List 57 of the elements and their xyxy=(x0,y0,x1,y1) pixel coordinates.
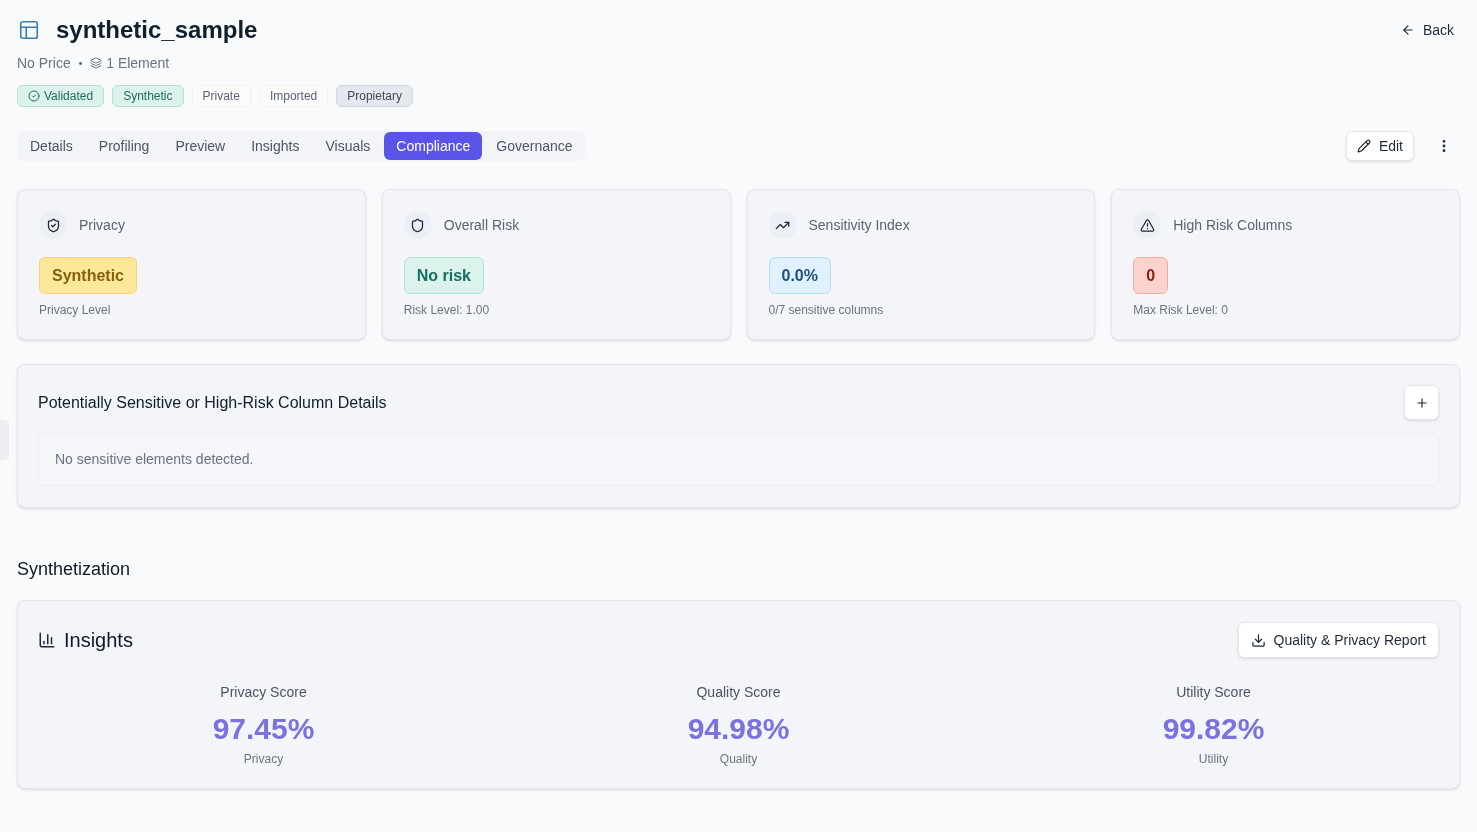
check-circle-icon xyxy=(28,90,40,102)
layers-icon xyxy=(90,57,103,69)
report-button[interactable]: Quality & Privacy Report xyxy=(1237,622,1439,658)
section-heading: Synthetization xyxy=(17,558,132,581)
tag: Private xyxy=(191,85,251,107)
card-caption: Max Risk Level: 0 xyxy=(1133,302,1228,318)
score-caption: Utility xyxy=(1198,751,1229,767)
tag: Propietary xyxy=(336,85,413,107)
bar-chart-icon xyxy=(38,631,56,649)
card-caption: Risk Level: 1.00 xyxy=(403,302,490,318)
score-caption: Quality xyxy=(719,751,758,767)
value-badge: No risk xyxy=(403,257,484,294)
tab[interactable]: Profiling xyxy=(86,132,162,160)
card-caption: 0/7 sensitive columns xyxy=(768,302,884,318)
empty-message: No sensitive elements detected. xyxy=(55,450,254,469)
dataset-title: synthetic_sample xyxy=(56,15,258,45)
tag: Validated xyxy=(17,85,105,107)
download-icon xyxy=(1250,632,1266,648)
score-label: Privacy Score xyxy=(220,683,307,702)
card-title: Privacy xyxy=(79,215,125,235)
tag: Imported xyxy=(258,85,329,107)
arrow-left-icon xyxy=(1400,23,1415,37)
card-title: High Risk Columns xyxy=(1173,215,1293,235)
back-button[interactable]: Back xyxy=(1396,19,1458,41)
score-value: 99.82% xyxy=(1162,711,1265,747)
expand-button[interactable] xyxy=(1404,385,1439,420)
table-icon xyxy=(18,19,40,41)
value-badge: Synthetic xyxy=(39,257,137,294)
score-label: Quality Score xyxy=(696,683,781,702)
pencil-icon xyxy=(1356,139,1371,153)
card-caption: Privacy Level xyxy=(39,302,111,318)
tab[interactable]: Details xyxy=(18,132,85,160)
tag: Synthetic xyxy=(112,85,184,107)
score-value: 94.98% xyxy=(687,711,790,747)
value-badge: 0.0% xyxy=(768,257,831,294)
tab[interactable]: Preview xyxy=(163,132,238,160)
score-label: Utility Score xyxy=(1176,683,1251,702)
tab[interactable]: Governance xyxy=(484,132,585,160)
shield-icon xyxy=(403,211,432,239)
score-caption: Privacy xyxy=(243,751,284,767)
warning-icon xyxy=(1133,211,1162,239)
edit-button[interactable]: Edit xyxy=(1345,131,1414,161)
trend-up-icon xyxy=(768,211,797,239)
value-badge: 0 xyxy=(1133,257,1169,294)
plus-icon xyxy=(1414,395,1429,410)
tab[interactable]: Compliance xyxy=(384,132,483,160)
card-title: Insights xyxy=(64,628,133,653)
separator-dot: • xyxy=(78,56,83,71)
card-title: Overall Risk xyxy=(443,215,520,235)
element-count: 1 Element xyxy=(106,53,170,73)
tab[interactable]: Insights xyxy=(239,132,312,160)
section-title: Potentially Sensitive or High-Risk Column Details xyxy=(38,392,387,413)
price-text: No Price xyxy=(17,53,71,73)
shield-check-icon xyxy=(39,211,67,239)
tab[interactable]: Visuals xyxy=(313,132,383,160)
score-value: 97.45% xyxy=(212,711,315,747)
card-title: Sensitivity Index xyxy=(808,215,910,235)
